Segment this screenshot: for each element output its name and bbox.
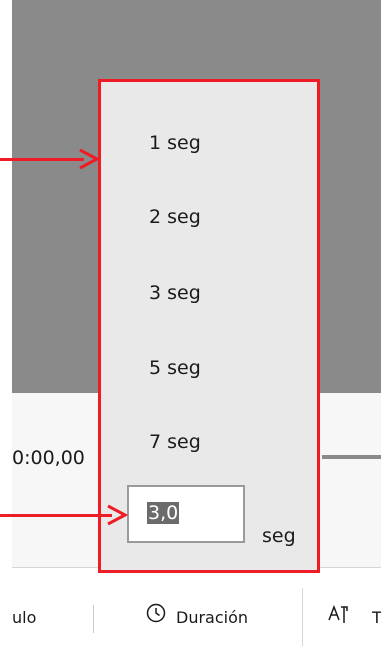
duration-option-3[interactable]: 3 seg (149, 282, 201, 304)
duration-dropdown: 1 seg 2 seg 3 seg 5 seg 7 seg 3,0 seg (98, 79, 320, 573)
custom-duration-field[interactable]: 3,0 (127, 485, 245, 543)
left-strip (0, 0, 12, 651)
duration-label: Duración (176, 608, 249, 627)
custom-duration-value: 3,0 (147, 502, 180, 524)
clock-icon (146, 603, 166, 623)
annotation-arrow-top (0, 158, 84, 161)
duration-option-5[interactable]: 5 seg (149, 357, 201, 379)
annotation-arrowhead-bottom (107, 504, 128, 526)
duration-option-7[interactable]: 7 seg (149, 431, 201, 453)
timeline-track[interactable] (322, 455, 381, 459)
screenshot-stage: 0:00,00 ulo Duración T 1 seg 2 seg 3 seg… (0, 0, 381, 651)
toolbar-item-partial-left[interactable]: ulo (12, 608, 36, 627)
annotation-arrowhead-top (79, 148, 100, 170)
text-icon (328, 604, 348, 623)
duration-option-2[interactable]: 2 seg (149, 206, 201, 228)
text-tool-label-partial[interactable]: T (372, 608, 381, 627)
toolbar-separator (93, 605, 94, 633)
time-readout: 0:00,00 (12, 447, 85, 469)
custom-duration-unit: seg (262, 525, 296, 547)
duration-option-1[interactable]: 1 seg (149, 132, 201, 154)
annotation-arrow-bottom (0, 514, 112, 517)
